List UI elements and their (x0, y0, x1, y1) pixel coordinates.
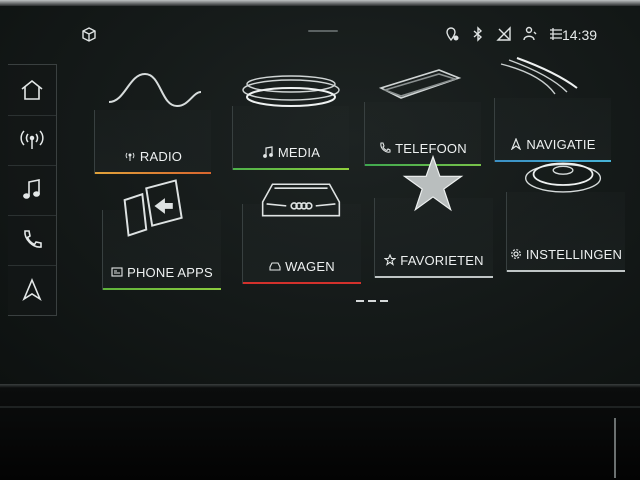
trim-line (0, 406, 640, 408)
star-icon (383, 253, 397, 266)
vent-rod (614, 418, 616, 478)
smartphone-icon (378, 69, 462, 99)
tile-instellingen-accent (507, 270, 625, 272)
rail-navigation-button[interactable] (8, 265, 56, 315)
tile-wagen[interactable]: WAGEN (242, 183, 361, 284)
tile-instellingen[interactable]: INSTELLINGEN (506, 162, 625, 272)
tile-favorieten[interactable]: FAVORIETEN (374, 154, 493, 278)
tile-wagen-accent (243, 282, 361, 284)
user-icon (523, 26, 537, 41)
tile-phone-apps[interactable]: PHONE APPS (102, 179, 221, 290)
car-icon (269, 262, 281, 271)
drag-handle[interactable] (308, 30, 338, 32)
tile-favorieten-label: FAVORIETEN (375, 253, 493, 268)
tile-phone-apps-accent (103, 288, 221, 290)
rail-radio-button[interactable] (8, 115, 56, 166)
page-indicator[interactable] (356, 300, 388, 302)
rail-home-button[interactable] (8, 65, 56, 116)
side-rail (8, 64, 57, 316)
phone-apps-art-icon (123, 179, 183, 237)
home-icon (21, 79, 43, 100)
phone-icon (24, 230, 42, 248)
gear-icon (510, 249, 521, 259)
rail-media-button[interactable] (8, 165, 56, 216)
rail-phone-button[interactable] (8, 215, 56, 266)
phone-apps-icon (111, 267, 123, 277)
status-icons (444, 26, 564, 42)
page-dot (368, 300, 376, 302)
clock: 14:39 (562, 27, 598, 43)
tile-wagen-label: WAGEN (243, 259, 361, 274)
road-map-icon (500, 57, 578, 95)
no-signal-icon (496, 26, 511, 41)
star-art-icon (402, 154, 464, 212)
antenna-icon (20, 130, 44, 149)
cube-icon[interactable] (80, 26, 98, 44)
tile-instellingen-label: INSTELLINGEN (507, 247, 625, 262)
mmi-screen: 14:39 RADIO MEDIA TELEFOON NAVIGATIE PHO… (0, 6, 640, 388)
status-bar: 14:39 (0, 26, 640, 48)
location-icon (446, 27, 459, 42)
page-dot (380, 300, 388, 302)
radio-wave-icon (108, 72, 202, 108)
car-front-icon (261, 183, 341, 217)
media-disc-icon (242, 75, 340, 107)
bluetooth-icon (473, 26, 483, 42)
dashboard-trim (0, 388, 640, 480)
music-note-icon (23, 179, 40, 199)
tile-favorieten-accent (375, 276, 493, 278)
page-dot (356, 300, 364, 302)
navigation-arrow-icon (22, 277, 42, 302)
control-dial-icon (524, 162, 602, 193)
tile-phone-apps-label: PHONE APPS (103, 265, 221, 280)
